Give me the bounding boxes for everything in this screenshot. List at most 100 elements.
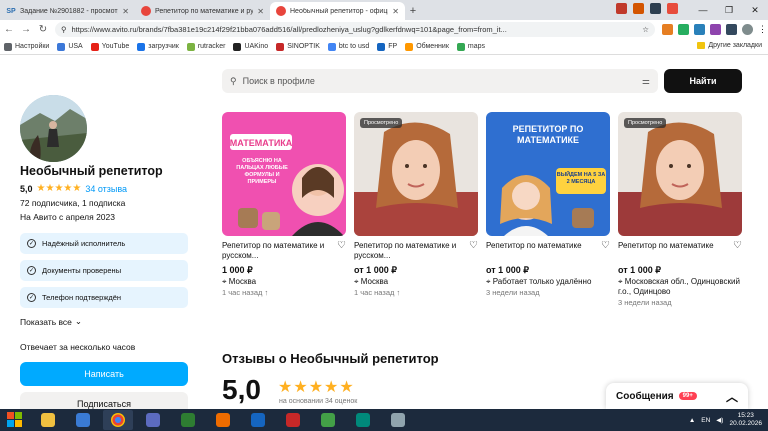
- listing-title[interactable]: Репетитор по математике и русском... ♡: [354, 241, 478, 261]
- bookmark-item[interactable]: maps: [456, 42, 485, 51]
- bookmark-item[interactable]: btc to usd: [327, 42, 369, 51]
- language-indicator[interactable]: EN: [701, 417, 710, 424]
- listing-title[interactable]: Репетитор по математике ♡: [618, 241, 742, 261]
- badge-phone[interactable]: ✓ Телефон подтверждён: [20, 287, 188, 308]
- reviews-link[interactable]: 34 отзыва: [85, 184, 127, 194]
- bookmark-item[interactable]: FP: [377, 42, 397, 51]
- volume-icon[interactable]: ◀): [716, 416, 723, 424]
- close-icon[interactable]: ✕: [122, 7, 129, 16]
- avito-profile-page: Необычный репетитор 5,0 ★★★★★ 34 отзыва …: [0, 56, 768, 409]
- listing-card[interactable]: МАТЕМАТИКА ОБЪЯСНЮ НА ПАЛЬЦАХ ЛЮБЫЕ ФОРМ…: [222, 112, 346, 297]
- listing-image[interactable]: МАТЕМАТИКА ОБЪЯСНЮ НА ПАЛЬЦАХ ЛЮБЫЕ ФОРМ…: [222, 112, 346, 236]
- taskbar-chrome[interactable]: [103, 410, 133, 430]
- avito-favicon-icon: [141, 6, 151, 16]
- taskbar-app[interactable]: [243, 410, 273, 430]
- extension-icon[interactable]: [650, 3, 661, 14]
- find-button[interactable]: Найти: [664, 69, 742, 93]
- chevron-up-icon[interactable]: ︿: [726, 388, 738, 405]
- badge-label: Надёжный исполнитель: [42, 239, 126, 248]
- bookmark-item[interactable]: UAKino: [233, 42, 268, 51]
- tab-task[interactable]: SP Задание №2901882 - просмотр з ✕: [0, 2, 135, 20]
- extension-icon[interactable]: [726, 24, 737, 35]
- listing-location: ⌖ Москва: [354, 277, 389, 286]
- close-icon[interactable]: ✕: [392, 7, 399, 16]
- listing-location: ⌖ Москва: [222, 277, 257, 286]
- filter-icon[interactable]: ⚌: [642, 76, 650, 87]
- listing-card[interactable]: Просмотрено Репетитор по математике и ру…: [354, 112, 478, 297]
- profile-avatar-icon[interactable]: [742, 24, 753, 35]
- other-bookmarks[interactable]: Другие закладки: [697, 42, 762, 49]
- taskbar-app[interactable]: [348, 410, 378, 430]
- taskbar-app[interactable]: [313, 410, 343, 430]
- heart-icon[interactable]: ♡: [601, 241, 610, 251]
- heart-icon[interactable]: ♡: [337, 241, 346, 251]
- bookmark-item[interactable]: SINOPTIK: [276, 42, 320, 51]
- window-icon: [391, 413, 405, 427]
- shield-icon: [76, 413, 90, 427]
- bookmark-item[interactable]: USA: [57, 42, 83, 51]
- heart-icon[interactable]: ♡: [733, 241, 742, 251]
- listing-image[interactable]: Просмотрено: [618, 112, 742, 236]
- listing-image-art: [618, 112, 742, 236]
- listing-card[interactable]: РЕПЕТИТОР ПО МАТЕМАТИКЕ ВЫЙДЕМ НА 5 ЗА 2…: [486, 112, 610, 297]
- listing-image[interactable]: Просмотрено: [354, 112, 478, 236]
- profile-search-input[interactable]: ⚲ Поиск в профиле ⚌: [222, 69, 658, 93]
- taskbar-app[interactable]: [173, 410, 203, 430]
- clock[interactable]: 15:23 20.02.2026: [729, 412, 762, 428]
- download-icon: [137, 42, 146, 51]
- start-button[interactable]: [2, 410, 28, 430]
- bookmark-item[interactable]: Обменник: [405, 42, 449, 51]
- listing-price: от 1 000 ₽: [486, 265, 529, 275]
- extension-icon[interactable]: [616, 3, 627, 14]
- browser-tab-strip: SP Задание №2901882 - просмотр з ✕ Репет…: [0, 0, 768, 20]
- listing-title[interactable]: Репетитор по математике и русском... ♡: [222, 241, 346, 261]
- show-all-button[interactable]: Показать все ⌄: [20, 316, 82, 327]
- listing-title[interactable]: Репетитор по математике ♡: [486, 241, 610, 261]
- extension-icon[interactable]: [662, 24, 673, 35]
- taskbar-app[interactable]: [208, 410, 238, 430]
- badge-documents[interactable]: ✓ Документы проверены: [20, 260, 188, 281]
- extension-icon[interactable]: [667, 3, 678, 14]
- heart-icon[interactable]: ♡: [469, 241, 478, 251]
- taskbar-app[interactable]: [138, 410, 168, 430]
- tab-avito-listing[interactable]: Репетитор по математике и русс ✕: [135, 2, 270, 20]
- close-icon[interactable]: ✕: [257, 7, 264, 16]
- bookmark-star-icon[interactable]: ☆: [642, 25, 649, 34]
- subscribe-button[interactable]: Подписаться: [20, 392, 188, 409]
- bookmark-item[interactable]: Настройки: [4, 42, 49, 51]
- extension-icon[interactable]: [678, 24, 689, 35]
- bookmark-item[interactable]: YouTube: [90, 42, 129, 51]
- taskbar-app[interactable]: [278, 410, 308, 430]
- taskbar-explorer[interactable]: [33, 410, 63, 430]
- back-icon[interactable]: ←: [4, 24, 14, 35]
- taskbar-app[interactable]: [383, 410, 413, 430]
- subscribers-count[interactable]: 72 подписчика, 1 подписка: [20, 198, 125, 208]
- tab-avito-profile[interactable]: Необычный репетитор - официа ✕: [270, 2, 405, 20]
- tray-arrow-icon[interactable]: ▲: [689, 417, 695, 424]
- fp-icon: [377, 42, 386, 51]
- chevron-down-icon: ⌄: [74, 316, 83, 326]
- badge-reliable[interactable]: ✓ Надёжный исполнитель: [20, 233, 188, 254]
- reload-icon[interactable]: ↻: [38, 24, 48, 35]
- listing-image[interactable]: РЕПЕТИТОР ПО МАТЕМАТИКЕ ВЫЙДЕМ НА 5 ЗА 2…: [486, 112, 610, 236]
- extension-icon[interactable]: [710, 24, 721, 35]
- avatar[interactable]: [20, 95, 87, 162]
- messages-panel[interactable]: Сообщения 99+ ︿: [606, 383, 748, 409]
- forward-icon[interactable]: →: [21, 24, 31, 35]
- maximize-icon[interactable]: ❐: [716, 0, 742, 20]
- taskbar-app[interactable]: [68, 410, 98, 430]
- chrome-icon: [111, 413, 125, 427]
- minimize-icon[interactable]: —: [690, 0, 716, 20]
- menu-dots-icon[interactable]: ⋮: [758, 24, 767, 35]
- url-field[interactable]: ⚲ https://www.avito.ru/brands/7fba381e19…: [55, 22, 655, 37]
- close-window-icon[interactable]: ✕: [742, 0, 768, 20]
- bookmark-item[interactable]: rutracker: [186, 42, 225, 51]
- site-info-icon[interactable]: ⚲: [61, 25, 67, 34]
- extension-icon[interactable]: [694, 24, 705, 35]
- windows-logo-icon: [7, 412, 22, 427]
- new-tab-button[interactable]: +: [405, 2, 421, 20]
- listing-card[interactable]: Просмотрено Репетитор по математике ♡ от…: [618, 112, 742, 307]
- write-button[interactable]: Написать: [20, 362, 188, 386]
- bookmark-item[interactable]: загрузчик: [137, 42, 179, 51]
- extension-icon[interactable]: [633, 3, 644, 14]
